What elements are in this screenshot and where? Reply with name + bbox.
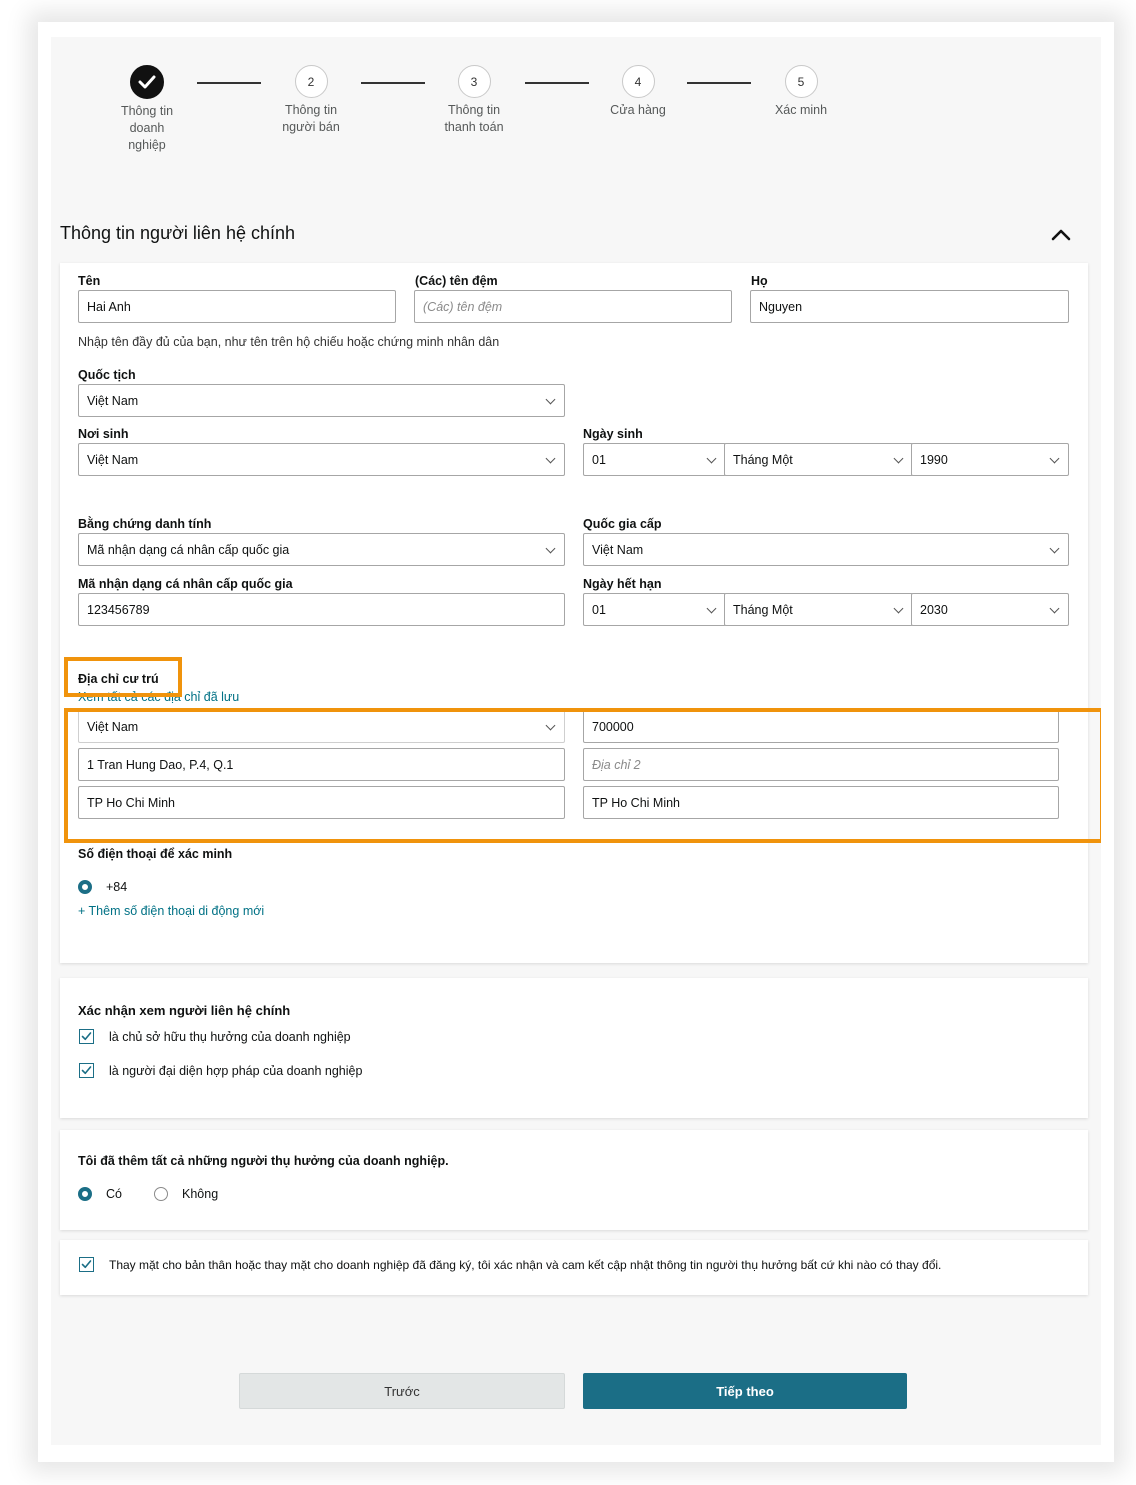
middle-name-label: (Các) tên đệm (415, 274, 498, 288)
step-label-line: người bán (282, 120, 340, 134)
birthplace-label: Nơi sinh (78, 427, 129, 441)
expiry-day-value: 01 (592, 602, 606, 617)
no-label: Không (182, 1187, 219, 1201)
step-label: Xác minh (741, 102, 861, 119)
highlight-box-address-label (64, 657, 182, 697)
nationality-value: Việt Nam (87, 393, 139, 408)
step-label-line: thanh toán (444, 120, 504, 134)
step-label: Thông tin doanh nghiệp (87, 103, 207, 154)
yes-radio[interactable] (78, 1187, 92, 1201)
expiry-day-select[interactable]: 01 (583, 593, 726, 626)
name-hint: Nhập tên đầy đủ của bạn, như tên trên hộ… (78, 335, 500, 349)
id-proof-value: Mã nhận dạng cá nhân cấp quốc gia (87, 542, 290, 557)
id-number-field[interactable]: 123456789 (78, 593, 565, 626)
registration-page: Thông tin doanh nghiệp 2 Thông tin người… (51, 37, 1101, 1445)
highlight-box-address-fields (64, 708, 1101, 843)
no-radio[interactable] (154, 1187, 168, 1201)
middle-name-field[interactable]: (Các) tên đệm (414, 290, 732, 323)
declaration-checkbox[interactable] (79, 1257, 94, 1272)
nationality-select[interactable]: Việt Nam (78, 384, 565, 417)
declaration-text: Thay mặt cho bản thân hoặc thay mặt cho … (109, 1258, 942, 1272)
first-name-label: Tên (78, 274, 101, 288)
first-name-field[interactable]: Hai Anh (78, 290, 396, 323)
last-name-label: Họ (751, 274, 768, 288)
beneficiaries-question: Tôi đã thêm tất cả những người thụ hưởng… (78, 1154, 449, 1168)
step-label-line: Thông tin (284, 103, 338, 117)
confirm-contact-title: Xác nhận xem người liên hệ chính (78, 1003, 291, 1018)
yes-label: Có (106, 1187, 122, 1201)
check-icon (130, 65, 164, 99)
step-number: 2 (294, 65, 328, 98)
step-verification: 5 Xác minh (741, 65, 861, 119)
birth-month-value: Tháng Một (733, 452, 793, 467)
birth-day-value: 01 (592, 452, 606, 467)
birthplace-select[interactable]: Việt Nam (78, 443, 565, 476)
issuing-country-value: Việt Nam (592, 542, 644, 557)
expiry-year-select[interactable]: 2030 (911, 593, 1069, 626)
birthdate-label: Ngày sinh (583, 427, 643, 441)
step-label: Thông tin thanh toán (414, 102, 534, 136)
step-label-line: Thông tin (120, 104, 174, 118)
back-button[interactable]: Trước (239, 1373, 565, 1409)
issuing-country-select[interactable]: Việt Nam (583, 533, 1069, 566)
owner-checkbox[interactable] (79, 1029, 94, 1044)
birth-day-select[interactable]: 01 (583, 443, 726, 476)
representative-checkbox[interactable] (79, 1063, 94, 1078)
step-label: Thông tin người bán (251, 102, 371, 136)
beneficiaries-card (60, 1130, 1088, 1230)
step-number: 5 (784, 65, 818, 98)
id-proof-select[interactable]: Mã nhận dạng cá nhân cấp quốc gia (78, 533, 565, 566)
issuing-country-label: Quốc gia cấp (583, 517, 662, 531)
step-label-line: doanh (129, 121, 165, 135)
step-seller-info: 2 Thông tin người bán (251, 65, 371, 136)
expiry-month-select[interactable]: Tháng Một (724, 593, 913, 626)
owner-option-label: là chủ sở hữu thụ hưởng của doanh nghiệp (109, 1030, 351, 1044)
phone-value: +84 (106, 880, 128, 894)
step-label-line: Xác minh (774, 103, 828, 117)
section-title: Thông tin người liên hệ chính (60, 223, 296, 243)
step-label-line: Thông tin (447, 103, 501, 117)
id-proof-label: Bằng chứng danh tính (78, 517, 212, 531)
birth-year-value: 1990 (920, 452, 948, 467)
add-phone-link[interactable]: + Thêm số điện thoại di động mới (78, 904, 264, 918)
chevron-up-icon[interactable] (1051, 227, 1071, 241)
expiry-year-value: 2030 (920, 602, 948, 617)
confirm-contact-card (60, 978, 1088, 1118)
step-store: 4 Cửa hàng (578, 65, 698, 119)
expiry-label: Ngày hết hạn (583, 577, 662, 591)
step-business-info: Thông tin doanh nghiệp (87, 65, 207, 154)
birth-month-select[interactable]: Tháng Một (724, 443, 913, 476)
id-number-label: Mã nhận dạng cá nhân cấp quốc gia (78, 577, 293, 591)
step-label: Cửa hàng (578, 102, 698, 119)
birth-year-select[interactable]: 1990 (911, 443, 1069, 476)
last-name-field[interactable]: Nguyen (750, 290, 1069, 323)
birthplace-value: Việt Nam (87, 452, 139, 467)
step-payment-info: 3 Thông tin thanh toán (414, 65, 534, 136)
step-number: 4 (621, 65, 655, 98)
step-number: 3 (457, 65, 491, 98)
step-label-line: nghiệp (128, 138, 166, 152)
representative-option-label: là người đại diện hợp pháp của doanh ngh… (109, 1064, 363, 1078)
expiry-month-value: Tháng Một (733, 602, 793, 617)
phone-label: Số điện thoại để xác minh (78, 847, 233, 861)
next-button[interactable]: Tiếp theo (583, 1373, 907, 1409)
phone-radio[interactable] (78, 880, 92, 894)
step-label-line: Cửa hàng (610, 103, 666, 117)
nationality-label: Quốc tịch (78, 368, 136, 382)
progress-stepper: Thông tin doanh nghiệp 2 Thông tin người… (51, 65, 1101, 205)
